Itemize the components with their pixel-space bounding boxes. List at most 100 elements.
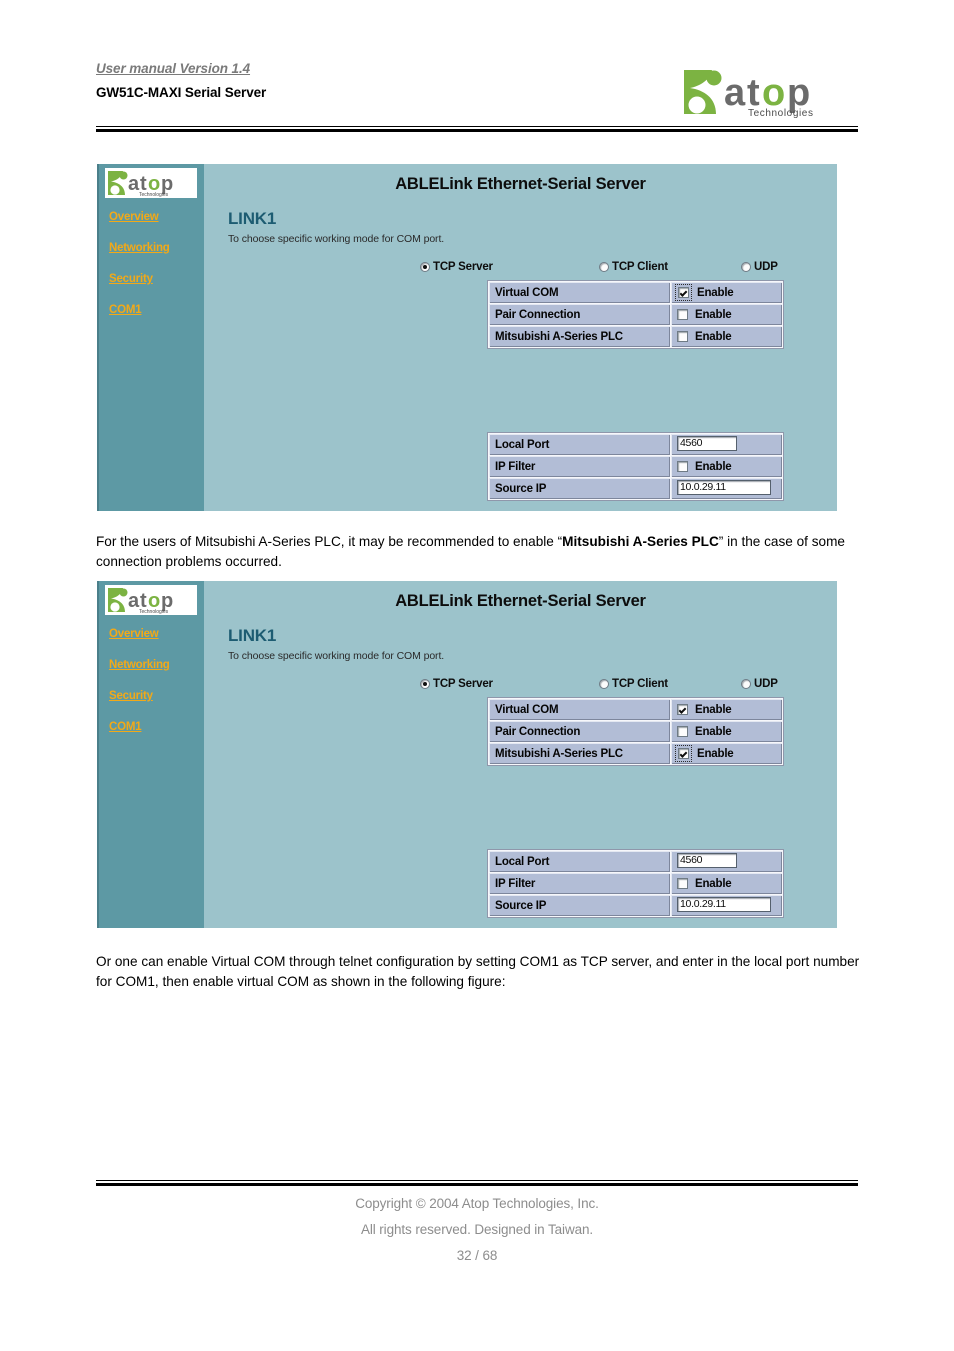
source-ip-input[interactable]: 10.0.29.11 [677, 896, 771, 912]
radio-indicator-icon[interactable] [741, 679, 751, 689]
svg-text:Technologies: Technologies [139, 192, 169, 198]
svg-text:Technologies: Technologies [748, 108, 814, 119]
web-ui-main-1: ABLELink Ethernet-Serial Server LINK1 To… [204, 164, 837, 511]
checkbox-label: Enable [695, 877, 732, 890]
link-heading: LINK1 [228, 209, 277, 228]
working-mode-radio-group-1: TCP Server TCP Client UDP [204, 261, 837, 279]
page-title: ABLELink Ethernet-Serial Server [395, 592, 646, 610]
checkbox-indicator-icon[interactable] [677, 331, 688, 342]
sidebar-item-overview[interactable]: Overview [109, 211, 205, 224]
table-row: Local Port 4560 [489, 851, 782, 872]
focus-outline [675, 745, 692, 762]
checkbox-label: Enable [695, 725, 732, 738]
sidebar-item-networking[interactable]: Networking [109, 659, 205, 672]
checkbox-indicator-icon[interactable] [677, 461, 688, 472]
checkbox-indicator-icon[interactable] [678, 748, 689, 759]
checkbox-pair-connection[interactable]: Enable [677, 309, 782, 321]
row-value-source-ip: 10.0.29.11 [671, 478, 782, 499]
sidebar-atop-logo-1: a t o p Technologies [105, 168, 197, 198]
row-value-virtual-com: Enable [671, 699, 782, 720]
row-label-mitsubishi-plc: Mitsubishi A-Series PLC [489, 326, 670, 347]
paragraph-telnet-note: Or one can enable Virtual COM through te… [96, 954, 860, 989]
sidebar-item-networking[interactable]: Networking [109, 242, 205, 255]
checkbox-label: Enable [697, 286, 734, 299]
web-ui-main-2: ABLELink Ethernet-Serial Server LINK1 To… [204, 581, 837, 928]
working-mode-radio-group-2: TCP Server TCP Client UDP [204, 678, 837, 696]
row-value-ip-filter: Enable [671, 456, 782, 477]
radio-tcp-client[interactable]: TCP Client [599, 261, 668, 273]
row-value-local-port: 4560 [671, 851, 782, 872]
checkbox-mitsubishi-plc[interactable]: Enable [677, 331, 782, 343]
sidebar-item-com1[interactable]: COM1 [109, 721, 205, 734]
row-value-source-ip: 10.0.29.11 [671, 895, 782, 916]
row-value-pair-connection: Enable [671, 304, 782, 325]
checkbox-pair-connection[interactable]: Enable [677, 726, 782, 738]
checkbox-virtual-com[interactable]: Enable [677, 704, 782, 716]
row-label-pair-connection: Pair Connection [489, 304, 670, 325]
sidebar-nav-1: Overview Networking Security COM1 [109, 211, 205, 335]
row-value-pair-connection: Enable [671, 721, 782, 742]
local-port-input[interactable]: 4560 [677, 435, 737, 451]
radio-label: TCP Server [433, 678, 493, 690]
checkbox-indicator-icon[interactable] [677, 704, 688, 715]
checkbox-mitsubishi-plc[interactable]: Enable [675, 745, 782, 762]
table-row: Source IP 10.0.29.11 [489, 478, 782, 499]
row-value-local-port: 4560 [671, 434, 782, 455]
checkbox-indicator-icon[interactable] [677, 309, 688, 320]
table-row: IP Filter Enable [489, 873, 782, 894]
radio-udp[interactable]: UDP [741, 678, 778, 690]
row-value-mitsubishi-plc: Enable [671, 326, 782, 347]
radio-tcp-client[interactable]: TCP Client [599, 678, 668, 690]
header-divider [96, 126, 858, 132]
checkbox-virtual-com[interactable]: Enable [675, 284, 782, 301]
port-settings-table-1: Local Port 4560 IP Filter Enable Source … [487, 432, 784, 501]
table-row: Local Port 4560 [489, 434, 782, 455]
radio-udp[interactable]: UDP [741, 261, 778, 273]
checkbox-indicator-icon[interactable] [678, 287, 689, 298]
table-row: Virtual COM Enable [489, 699, 782, 720]
para1-bold: Mitsubishi A-Series PLC [562, 534, 719, 549]
row-label-ip-filter: IP Filter [489, 873, 670, 894]
figure-screenshot-2: a t o p Technologies Overview Networking… [97, 581, 837, 928]
radio-label: TCP Client [612, 261, 668, 273]
table-row: Virtual COM Enable [489, 282, 782, 303]
row-value-ip-filter: Enable [671, 873, 782, 894]
radio-label: TCP Server [433, 261, 493, 273]
checkbox-ip-filter[interactable]: Enable [677, 878, 782, 890]
row-label-pair-connection: Pair Connection [489, 721, 670, 742]
radio-tcp-server[interactable]: TCP Server [420, 678, 493, 690]
row-label-local-port: Local Port [489, 434, 670, 455]
sidebar-item-com1[interactable]: COM1 [109, 304, 205, 317]
radio-indicator-icon[interactable] [599, 679, 609, 689]
manual-page: User manual Version 1.4 GW51C-MAXI Seria… [0, 0, 954, 1351]
row-label-source-ip: Source IP [489, 478, 670, 499]
sidebar-item-security[interactable]: Security [109, 690, 205, 703]
table-row: IP Filter Enable [489, 456, 782, 477]
row-label-mitsubishi-plc: Mitsubishi A-Series PLC [489, 743, 670, 764]
local-port-input[interactable]: 4560 [677, 852, 737, 868]
checkbox-indicator-icon[interactable] [677, 878, 688, 889]
table-row: Source IP 10.0.29.11 [489, 895, 782, 916]
sidebar-item-security[interactable]: Security [109, 273, 205, 286]
radio-indicator-icon[interactable] [420, 679, 430, 689]
checkbox-label: Enable [695, 460, 732, 473]
source-ip-input[interactable]: 10.0.29.11 [677, 479, 771, 495]
radio-indicator-icon[interactable] [420, 262, 430, 272]
mode-options-table-2: Virtual COM Enable Pair Connection Enabl… [487, 697, 784, 766]
checkbox-label: Enable [695, 703, 732, 716]
row-label-local-port: Local Port [489, 851, 670, 872]
sidebar-atop-logo-2: a t o p Technologies [105, 585, 197, 615]
link-subtitle: To choose specific working mode for COM … [228, 233, 445, 245]
radio-indicator-icon[interactable] [599, 262, 609, 272]
table-row: Mitsubishi A-Series PLC Enable [489, 743, 782, 764]
row-value-mitsubishi-plc: Enable [671, 743, 782, 764]
table-row: Pair Connection Enable [489, 304, 782, 325]
checkbox-indicator-icon[interactable] [677, 726, 688, 737]
table-row: Mitsubishi A-Series PLC Enable [489, 326, 782, 347]
radio-indicator-icon[interactable] [741, 262, 751, 272]
checkbox-label: Enable [695, 330, 732, 343]
sidebar-item-overview[interactable]: Overview [109, 628, 205, 641]
para1-part1: For the users of Mitsubishi A-Series PLC… [96, 534, 563, 549]
radio-tcp-server[interactable]: TCP Server [420, 261, 493, 273]
checkbox-ip-filter[interactable]: Enable [677, 461, 782, 473]
